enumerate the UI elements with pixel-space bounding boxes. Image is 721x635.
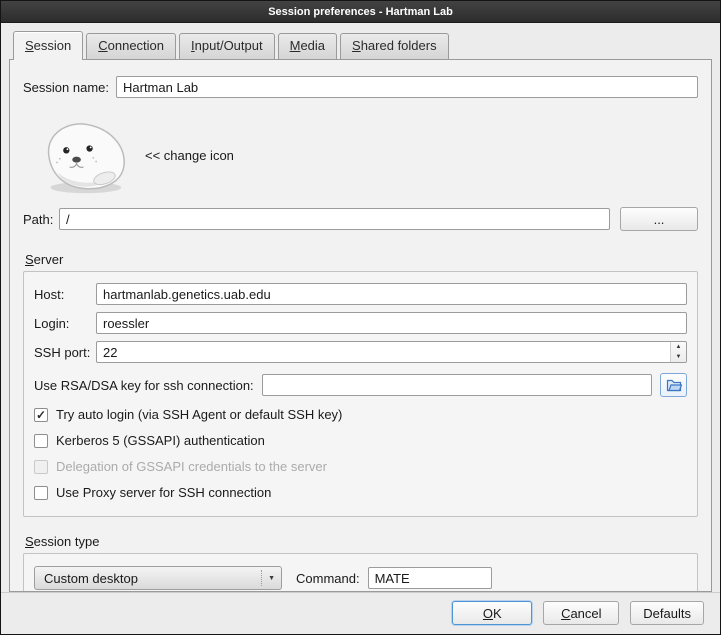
server-group-label: Server (25, 252, 63, 267)
ssh-port-label: SSH port: (34, 345, 96, 360)
kerberos-label: Kerberos 5 (GSSAPI) authentication (56, 433, 265, 448)
tab-connection[interactable]: Connection (86, 33, 176, 59)
host-input[interactable] (96, 283, 687, 305)
host-label: Host: (34, 287, 96, 302)
path-row: Path: ... (23, 207, 698, 231)
session-type-value: Custom desktop (44, 571, 138, 586)
change-icon-label: << change icon (145, 148, 234, 163)
path-label: Path: (23, 212, 59, 227)
session-tab-panel: Session name: (9, 59, 712, 592)
path-browse-button[interactable]: ... (620, 207, 698, 231)
rsa-key-row: Use RSA/DSA key for ssh connection: (34, 373, 687, 397)
rsa-key-browse-button[interactable] (660, 373, 687, 397)
login-input[interactable] (96, 312, 687, 334)
proxy-checkbox[interactable]: ✓ (34, 486, 48, 500)
spin-down-icon[interactable]: ▼ (671, 352, 686, 362)
window-title: Session preferences - Hartman Lab (268, 6, 453, 18)
defaults-button[interactable]: Defaults (630, 601, 704, 625)
command-label: Command: (296, 571, 360, 586)
session-name-row: Session name: (23, 76, 698, 98)
spin-up-icon[interactable]: ▲ (671, 342, 686, 352)
session-name-input[interactable] (116, 76, 698, 98)
rsa-key-input[interactable] (262, 374, 652, 396)
auto-login-row: ✓ Try auto login (via SSH Agent or defau… (34, 406, 687, 423)
chevron-down-icon: ▼ (261, 570, 281, 586)
session-preferences-dialog: Session preferences - Hartman Lab Sessio… (0, 0, 721, 635)
ok-button[interactable]: OK (452, 601, 532, 625)
spinner-buttons: ▲ ▼ (670, 342, 686, 362)
session-icon-button[interactable] (37, 115, 131, 195)
titlebar[interactable]: Session preferences - Hartman Lab (1, 1, 720, 23)
session-type-group-label: Session type (25, 534, 99, 549)
session-icon-row: << change icon (37, 113, 698, 197)
dialog-body: Session Connection Input/Output Media Sh… (1, 23, 720, 634)
session-type-row: Custom desktop ▼ Command: (34, 566, 687, 590)
session-name-label: Session name: (23, 80, 109, 95)
kerberos-row: ✓ Kerberos 5 (GSSAPI) authentication (34, 432, 687, 449)
proxy-row: ✓ Use Proxy server for SSH connection (34, 484, 687, 501)
auto-login-label: Try auto login (via SSH Agent or default… (56, 407, 342, 422)
session-type-groupbox: Custom desktop ▼ Command: (23, 553, 698, 592)
kerberos-checkbox[interactable]: ✓ (34, 434, 48, 448)
gssapi-delegation-label: Delegation of GSSAPI credentials to the … (56, 459, 327, 474)
rsa-key-label: Use RSA/DSA key for ssh connection: (34, 378, 254, 393)
dialog-footer: OK Cancel Defaults (1, 592, 720, 634)
folder-open-icon (666, 378, 682, 392)
ssh-port-spinner: ▲ ▼ (96, 341, 687, 363)
auto-login-checkbox[interactable]: ✓ (34, 408, 48, 422)
cancel-button[interactable]: Cancel (543, 601, 619, 625)
login-row: Login: (34, 312, 687, 334)
tab-input-output[interactable]: Input/Output (179, 33, 275, 59)
command-input[interactable] (368, 567, 492, 589)
server-groupbox: Host: Login: SSH port: ▲ ▼ (23, 271, 698, 517)
host-row: Host: (34, 283, 687, 305)
gssapi-delegation-row: ✓ Delegation of GSSAPI credentials to th… (34, 458, 687, 475)
tab-shared-folders[interactable]: Shared folders (340, 33, 449, 59)
session-type-dropdown[interactable]: Custom desktop ▼ (34, 566, 282, 590)
path-input[interactable] (59, 208, 610, 230)
checkmark-icon: ✓ (36, 409, 46, 421)
seal-mascot-icon (37, 115, 131, 195)
ssh-port-input[interactable] (96, 341, 687, 363)
proxy-label: Use Proxy server for SSH connection (56, 485, 271, 500)
tab-media[interactable]: Media (278, 33, 337, 59)
tab-session[interactable]: Session (13, 31, 83, 60)
tab-bar: Session Connection Input/Output Media Sh… (9, 31, 712, 59)
login-label: Login: (34, 316, 96, 331)
gssapi-delegation-checkbox: ✓ (34, 460, 48, 474)
ssh-port-row: SSH port: ▲ ▼ (34, 341, 687, 363)
